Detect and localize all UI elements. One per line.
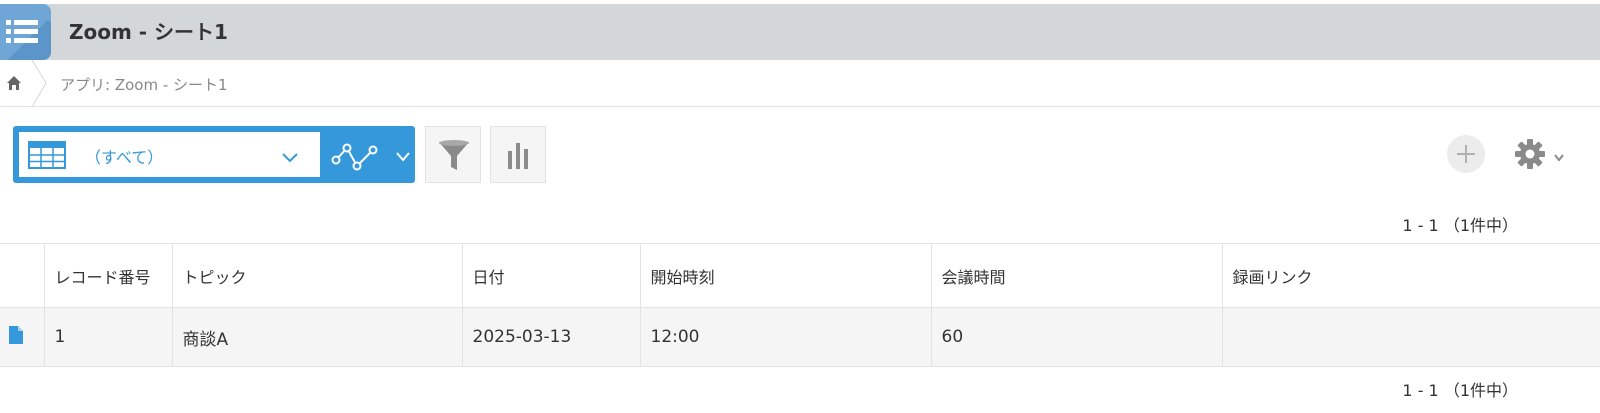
view-dropdown[interactable]: （すべて） <box>19 132 320 177</box>
table-view-icon <box>28 141 66 173</box>
table-cell: 商談A <box>171 307 462 367</box>
table-cell: 60 <box>930 307 1222 367</box>
column-header[interactable]: レコード番号 <box>43 243 172 308</box>
chart-button[interactable] <box>490 126 546 183</box>
table-row[interactable]: 1 商談A 2025-03-13 12:00 60 <box>0 307 1600 367</box>
pager-top: 1 - 1 （1件中） <box>1402 216 1518 235</box>
bar-chart-icon <box>508 143 528 169</box>
column-header[interactable]: 開始時刻 <box>639 243 931 308</box>
column-header[interactable]: 会議時間 <box>930 243 1222 308</box>
plus-icon <box>1457 145 1475 163</box>
pager-bottom: 1 - 1 （1件中） <box>1402 381 1518 400</box>
chevron-down-icon <box>281 148 299 167</box>
document-icon[interactable] <box>8 325 24 345</box>
home-icon[interactable] <box>6 75 22 95</box>
table-cell: 1 <box>43 307 172 367</box>
table-cell: 2025-03-13 <box>461 307 640 367</box>
breadcrumb-separator <box>30 59 50 111</box>
filter-icon <box>439 140 469 170</box>
settings-chevron-down-icon[interactable] <box>1553 148 1565 167</box>
breadcrumb: アプリ: Zoom - シート1 <box>0 59 1600 108</box>
add-record-button[interactable] <box>1447 135 1485 173</box>
table-header-row: レコード番号 トピック 日付 開始時刻 会議時間 録画リンク <box>0 243 1600 308</box>
table-cell: 12:00 <box>639 307 931 367</box>
record-detail-cell[interactable] <box>0 307 44 367</box>
line-graph-icon[interactable] <box>331 138 381 176</box>
app-header: Zoom - シート1 <box>0 4 1600 60</box>
column-header-detail <box>0 243 44 308</box>
gear-icon[interactable] <box>1514 138 1546 174</box>
column-header[interactable]: トピック <box>171 243 462 308</box>
table-cell <box>1221 307 1600 367</box>
list-icon <box>0 4 51 60</box>
graph-chevron-down-icon[interactable] <box>395 148 411 167</box>
app-title: Zoom - シート1 <box>69 20 228 44</box>
record-table: レコード番号 トピック 日付 開始時刻 会議時間 録画リンク 1 商談A 202… <box>0 243 1600 367</box>
column-header[interactable]: 録画リンク <box>1221 243 1600 308</box>
breadcrumb-app-link[interactable]: アプリ: Zoom - シート1 <box>60 74 228 95</box>
filter-button[interactable] <box>425 126 481 183</box>
view-selector: （すべて） <box>13 126 415 183</box>
view-selected-label: （すべて） <box>85 148 164 167</box>
column-header[interactable]: 日付 <box>461 243 640 308</box>
